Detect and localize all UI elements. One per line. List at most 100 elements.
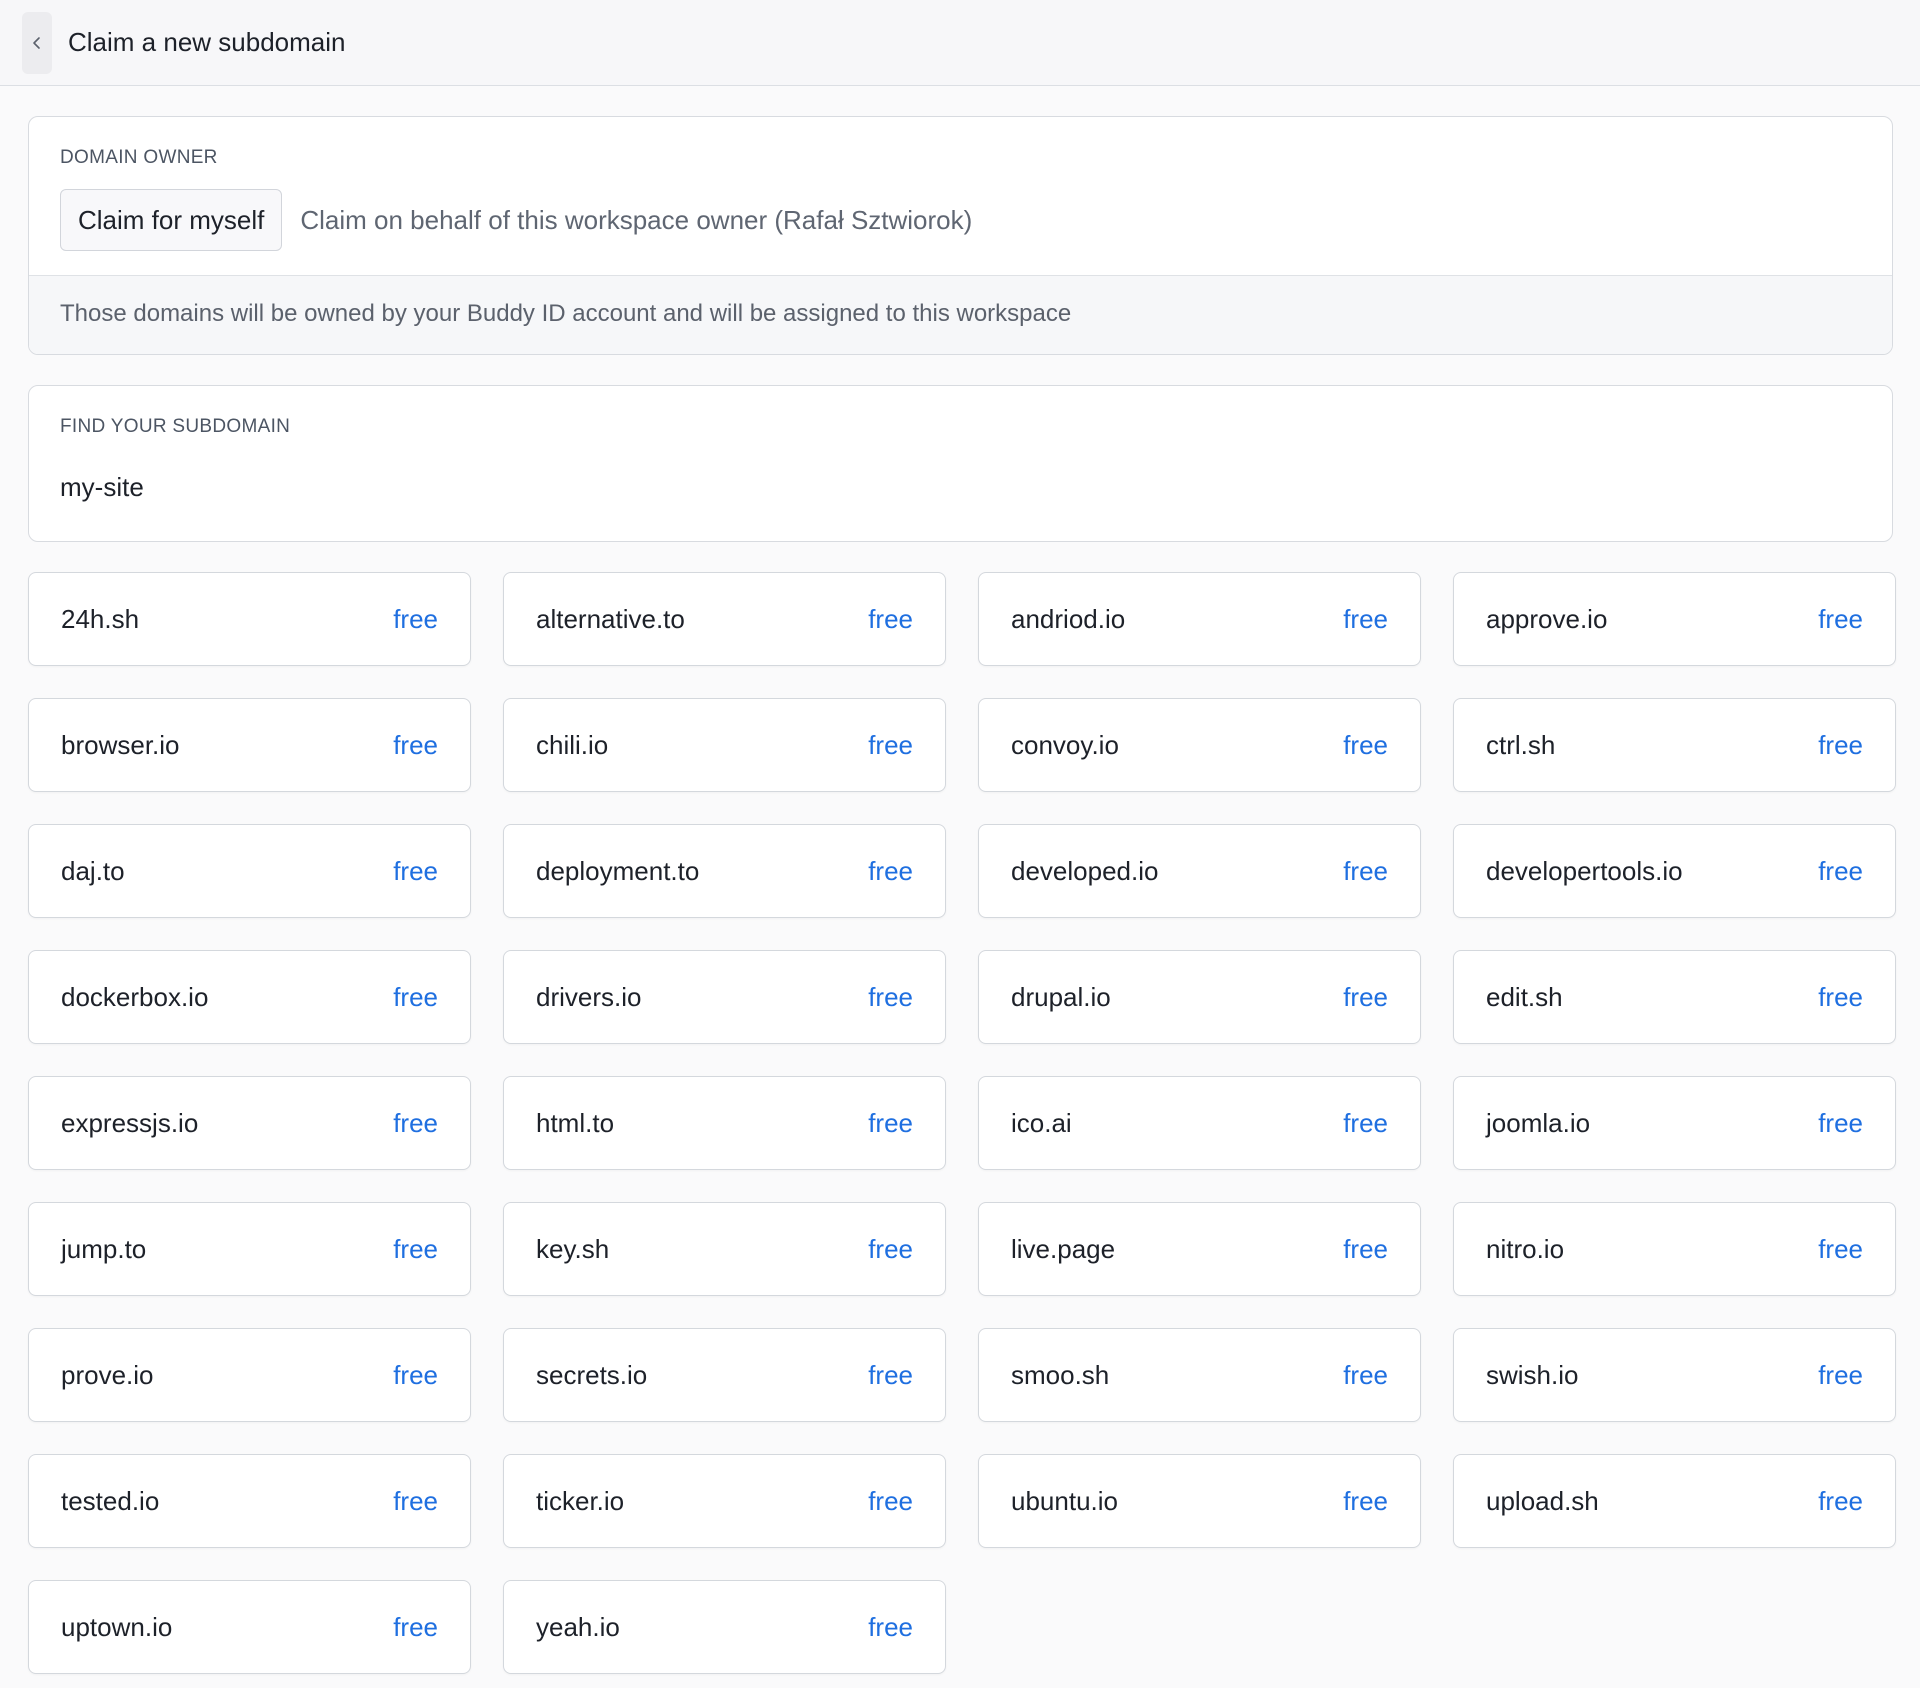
domain-name: drivers.io: [536, 981, 642, 1012]
domain-status-badge: free: [393, 1485, 438, 1516]
domain-status-badge: free: [1343, 1485, 1388, 1516]
domain-status-badge: free: [868, 1107, 913, 1138]
domain-name: expressjs.io: [61, 1107, 199, 1138]
domain-card[interactable]: prove.io free: [28, 1328, 471, 1422]
domain-card[interactable]: html.to free: [503, 1076, 946, 1170]
domain-name: secrets.io: [536, 1359, 648, 1390]
domain-status-badge: free: [1818, 729, 1863, 760]
domain-status-badge: free: [1343, 603, 1388, 634]
back-button[interactable]: [22, 11, 52, 74]
domain-name: tested.io: [61, 1485, 160, 1516]
claim-on-behalf-option[interactable]: Claim on behalf of this workspace owner …: [300, 205, 972, 236]
claim-for-myself-button[interactable]: Claim for myself: [60, 189, 283, 251]
domain-status-badge: free: [1818, 1359, 1863, 1390]
domain-card[interactable]: edit.sh free: [1453, 950, 1896, 1044]
domain-name: key.sh: [536, 1233, 610, 1264]
domain-status-badge: free: [868, 729, 913, 760]
domain-name: ico.ai: [1011, 1107, 1072, 1138]
domain-name: uptown.io: [61, 1611, 173, 1642]
domain-card[interactable]: ticker.io free: [503, 1454, 946, 1548]
domain-name: daj.to: [61, 855, 125, 886]
domain-card[interactable]: browser.io free: [28, 698, 471, 792]
domain-name: ticker.io: [536, 1485, 625, 1516]
domain-card[interactable]: key.sh free: [503, 1202, 946, 1296]
chevron-left-icon: [33, 36, 40, 49]
domain-status-badge: free: [868, 1359, 913, 1390]
domain-name: developed.io: [1011, 855, 1159, 886]
domain-status-badge: free: [1343, 1359, 1388, 1390]
domain-name: yeah.io: [536, 1611, 620, 1642]
domain-grid: 24h.sh free alternative.to free andriod.io fr…: [28, 572, 1896, 1674]
domain-card[interactable]: developertools.io free: [1453, 824, 1896, 918]
domain-name: convoy.io: [1011, 729, 1119, 760]
domain-name: swish.io: [1486, 1359, 1579, 1390]
domain-name: ctrl.sh: [1486, 729, 1556, 760]
domain-status-badge: free: [1818, 1233, 1863, 1264]
domain-card[interactable]: yeah.io free: [503, 1580, 946, 1674]
domain-status-badge: free: [393, 981, 438, 1012]
domain-card[interactable]: nitro.io free: [1453, 1202, 1896, 1296]
domain-status-badge: free: [1818, 855, 1863, 886]
domain-name: andriod.io: [1011, 603, 1126, 634]
domain-card[interactable]: convoy.io free: [978, 698, 1421, 792]
domain-card[interactable]: approve.io free: [1453, 572, 1896, 666]
domain-name: approve.io: [1486, 603, 1608, 634]
domain-name: browser.io: [61, 729, 180, 760]
domain-card[interactable]: joomla.io free: [1453, 1076, 1896, 1170]
domain-card[interactable]: deployment.to free: [503, 824, 946, 918]
domain-name: 24h.sh: [61, 603, 140, 634]
domain-card[interactable]: 24h.sh free: [28, 572, 471, 666]
domain-owner-card: DOMAIN OWNER Claim for myself Claim on b…: [28, 116, 1893, 355]
domain-card[interactable]: ctrl.sh free: [1453, 698, 1896, 792]
domain-status-badge: free: [1343, 729, 1388, 760]
domain-card[interactable]: alternative.to free: [503, 572, 946, 666]
domain-status-badge: free: [393, 855, 438, 886]
subdomain-search-input[interactable]: [60, 472, 1861, 503]
domain-card[interactable]: uptown.io free: [28, 1580, 471, 1674]
domain-name: nitro.io: [1486, 1233, 1565, 1264]
domain-card[interactable]: upload.sh free: [1453, 1454, 1896, 1548]
domain-name: smoo.sh: [1011, 1359, 1110, 1390]
domain-name: ubuntu.io: [1011, 1485, 1118, 1516]
domain-status-badge: free: [393, 1107, 438, 1138]
domain-status-badge: free: [868, 1485, 913, 1516]
domain-card[interactable]: live.page free: [978, 1202, 1421, 1296]
domain-card[interactable]: secrets.io free: [503, 1328, 946, 1422]
domain-name: joomla.io: [1486, 1107, 1591, 1138]
domain-status-badge: free: [1818, 1485, 1863, 1516]
domain-card[interactable]: expressjs.io free: [28, 1076, 471, 1170]
domain-card[interactable]: developed.io free: [978, 824, 1421, 918]
domain-card[interactable]: daj.to free: [28, 824, 471, 918]
domain-owner-label: DOMAIN OWNER: [60, 147, 218, 168]
domain-name: jump.to: [61, 1233, 147, 1264]
domain-status-badge: free: [1343, 1233, 1388, 1264]
domain-card[interactable]: ubuntu.io free: [978, 1454, 1421, 1548]
domain-card[interactable]: dockerbox.io free: [28, 950, 471, 1044]
domain-status-badge: free: [393, 729, 438, 760]
domain-status-badge: free: [1818, 603, 1863, 634]
domain-card[interactable]: ico.ai free: [978, 1076, 1421, 1170]
domain-name: alternative.to: [536, 603, 685, 634]
domain-card[interactable]: swish.io free: [1453, 1328, 1896, 1422]
domain-card[interactable]: chili.io free: [503, 698, 946, 792]
domain-status-badge: free: [868, 981, 913, 1012]
domain-status-badge: free: [393, 1359, 438, 1390]
find-subdomain-label: FIND YOUR SUBDOMAIN: [60, 416, 291, 437]
domain-name: dockerbox.io: [61, 981, 209, 1012]
domain-card[interactable]: andriod.io free: [978, 572, 1421, 666]
domain-name: developertools.io: [1486, 855, 1683, 886]
owner-footer-note: Those domains will be owned by your Budd…: [29, 275, 1892, 354]
domain-status-badge: free: [393, 1233, 438, 1264]
page-title: Claim a new subdomain: [68, 27, 346, 57]
domain-status-badge: free: [868, 603, 913, 634]
domain-card[interactable]: smoo.sh free: [978, 1328, 1421, 1422]
domain-card[interactable]: tested.io free: [28, 1454, 471, 1548]
domain-name: drupal.io: [1011, 981, 1111, 1012]
domain-card[interactable]: drivers.io free: [503, 950, 946, 1044]
domain-status-badge: free: [868, 1233, 913, 1264]
domain-card[interactable]: jump.to free: [28, 1202, 471, 1296]
domain-status-badge: free: [1343, 1107, 1388, 1138]
domain-status-badge: free: [1818, 1107, 1863, 1138]
domain-status-badge: free: [1343, 855, 1388, 886]
domain-card[interactable]: drupal.io free: [978, 950, 1421, 1044]
